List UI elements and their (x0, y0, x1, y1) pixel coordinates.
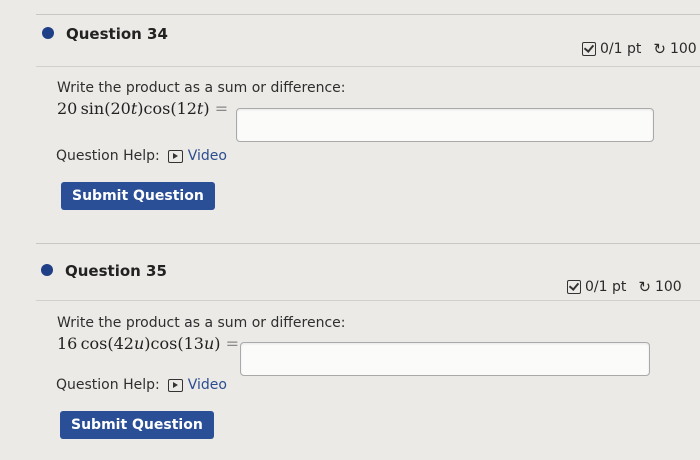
retry-count: 100 (654, 279, 682, 295)
separator-top (36, 14, 700, 15)
video-icon (167, 149, 183, 163)
question-help: Question Help: Video (56, 148, 227, 164)
score-text: 0/1 pt (585, 279, 627, 295)
checkbox-score-icon (567, 280, 581, 294)
answer-input[interactable] (240, 342, 650, 376)
help-label: Question Help: (56, 377, 160, 393)
video-link[interactable]: Video (167, 148, 227, 164)
question-bullet-icon (41, 264, 53, 276)
video-label: Video (187, 377, 227, 393)
question-help: Question Help: Video (56, 377, 227, 393)
question-header-divider (36, 66, 700, 67)
retry-count: 100 (669, 41, 697, 57)
separator-top (36, 243, 700, 244)
checkbox-score-icon (582, 42, 596, 56)
question-header-divider (36, 300, 700, 301)
score-indicator: 0/1 pt ↻ 100 (582, 40, 697, 58)
video-label: Video (187, 148, 227, 164)
submit-question-button[interactable]: Submit Question (60, 411, 214, 439)
math-expression: 20 sin(20t)cos(12t) = (57, 99, 229, 118)
question-title: Question 34 (66, 25, 168, 43)
score-indicator: 0/1 pt ↻ 100 (567, 278, 682, 296)
video-icon (167, 378, 183, 392)
math-expression: 16 cos(42u)cos(13u) = (57, 334, 240, 353)
question-prompt: Write the product as a sum or difference… (57, 315, 346, 331)
submit-question-button[interactable]: Submit Question (61, 182, 215, 210)
retry-icon[interactable]: ↻ (653, 40, 666, 58)
question-title: Question 35 (65, 262, 167, 280)
retry-icon[interactable]: ↻ (638, 278, 651, 296)
answer-input[interactable] (236, 108, 654, 142)
score-text: 0/1 pt (600, 41, 642, 57)
question-bullet-icon (42, 27, 54, 39)
help-label: Question Help: (56, 148, 160, 164)
video-link[interactable]: Video (167, 377, 227, 393)
question-prompt: Write the product as a sum or difference… (57, 80, 346, 96)
